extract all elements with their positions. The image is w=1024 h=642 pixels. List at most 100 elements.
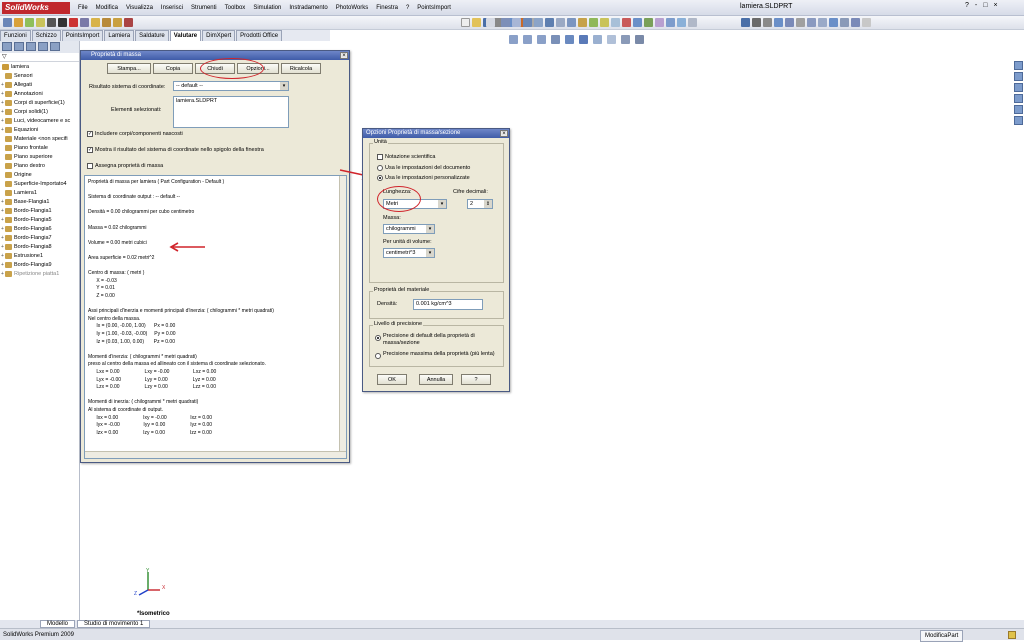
shell-icon[interactable] [644,18,653,27]
zoom-area-icon[interactable] [523,35,532,44]
symmetry-icon[interactable] [113,18,122,27]
sketch-tool-icon[interactable] [486,18,495,27]
use-document-radio[interactable] [377,165,383,171]
dimxpert-manager-tab-icon[interactable] [38,42,48,51]
tree-item[interactable]: Sensori [0,71,79,80]
tree-item[interactable]: + Ripetizione piatta1 [0,269,79,278]
density-input[interactable]: 0.001 kg/cm^3 [413,299,483,310]
view-palette-icon[interactable] [1013,94,1023,103]
tree-item[interactable]: Piano superiore [0,152,79,161]
solidworks-logo[interactable]: SolidWorks [2,2,70,14]
menu-pointsimport[interactable]: PointsImport [413,3,455,13]
tree-item[interactable]: + Bordo-Flangia8 [0,242,79,251]
menu-instradamento[interactable]: Instradamento [285,3,331,13]
show-coord-checkbox[interactable]: ✓ [87,147,93,153]
pattern-icon[interactable] [655,18,664,27]
options-dialog-close-icon[interactable]: × [500,130,508,137]
apply-scene-icon[interactable] [621,35,630,44]
file-explorer-icon[interactable] [1013,83,1023,92]
hide-show-icon[interactable] [593,35,602,44]
section-view-icon[interactable] [545,18,554,27]
fillet-icon[interactable] [622,18,631,27]
view-orient-icon[interactable] [501,18,510,27]
measure-icon[interactable] [25,18,34,27]
volume-select[interactable]: centimetri^3 ▾ [383,248,435,258]
use-custom-radio[interactable] [377,175,383,181]
smart-dimension-icon[interactable] [752,18,761,27]
tree-item[interactable]: Superficie-Importato4 [0,179,79,188]
tree-item[interactable]: Piano frontale [0,143,79,152]
vertical-scrollbar[interactable] [339,176,346,458]
convert-icon[interactable] [840,18,849,27]
tree-item[interactable]: + Bordo-Flangia6 [0,224,79,233]
tab-lamiera[interactable]: Lamiera [104,30,135,41]
extrude-icon[interactable] [589,18,598,27]
trim-icon[interactable] [818,18,827,27]
new-icon[interactable] [461,18,470,27]
precision-max-radio[interactable] [375,353,381,359]
offset-icon[interactable] [829,18,838,27]
shaded-icon[interactable] [534,18,543,27]
help-icon[interactable]: ? [965,2,969,9]
menu-finestra[interactable]: Finestra [372,3,402,13]
curvature-icon[interactable] [58,18,67,27]
tree-item[interactable]: Lamiera1 [0,188,79,197]
tree-root[interactable]: lamiera [0,62,79,71]
tab-valutare[interactable]: Valutare [169,30,202,41]
menu-file[interactable]: File [74,3,92,13]
tab-prodotti-office[interactable]: Prodotti Office [236,30,283,41]
tree-item[interactable]: + Bordo-Flangia5 [0,215,79,224]
section-icon[interactable] [14,18,23,27]
select-icon[interactable] [741,18,750,27]
property-manager-tab-icon[interactable] [14,42,24,51]
tree-item[interactable]: + Equazioni [0,125,79,134]
mass-select[interactable]: chilogrammi ▾ [383,224,435,234]
status-help-icon[interactable] [1008,631,1016,639]
section-view-icon[interactable] [551,35,560,44]
horizontal-scrollbar[interactable] [85,451,346,458]
tab-pointsimport[interactable]: PointsImport [61,30,104,41]
sweep-icon[interactable] [611,18,620,27]
minimize-icon[interactable]: - [975,2,977,9]
scientific-notation-checkbox[interactable] [377,154,383,160]
tree-item[interactable]: + Corpi solidi(1) [0,107,79,116]
tree-item[interactable]: + Bordo-Flangia7 [0,233,79,242]
design-library-icon[interactable] [1013,72,1023,81]
precision-default-radio[interactable] [375,335,381,341]
tree-item[interactable]: + Estrusione1 [0,251,79,260]
circle-icon[interactable] [785,18,794,27]
tree-item[interactable]: + Bordo-Flangia1 [0,206,79,215]
include-hidden-checkbox[interactable]: ✓ [87,131,93,137]
tab-motion-study[interactable]: Studio di movimento 1 [77,620,151,628]
compare-icon[interactable] [124,18,133,27]
cancel-button[interactable]: Annulla [419,374,453,385]
tab-saldature[interactable]: Saldature [135,30,169,41]
relations-icon[interactable] [851,18,860,27]
assign-mass-checkbox[interactable] [87,163,93,169]
appearances-icon[interactable] [1013,105,1023,114]
help-button[interactable]: ? [461,374,491,385]
custom-properties-icon[interactable] [1013,116,1023,125]
tab-schizzo[interactable]: Schizzo [31,30,61,41]
arc-icon[interactable] [796,18,805,27]
zoom-fit-icon[interactable] [567,18,576,27]
decimals-spinner[interactable]: 2 ⇕ [467,199,493,209]
rectangle-icon[interactable] [774,18,783,27]
tree-item[interactable]: + Corpi di superficie(1) [0,98,79,107]
menu-simulation[interactable]: Simulation [249,3,285,13]
perspective-icon[interactable] [556,18,565,27]
statistics-icon[interactable] [102,18,111,27]
tree-item[interactable]: + Luci, videocamere e sc [0,116,79,125]
spline-icon[interactable] [807,18,816,27]
resources-icon[interactable] [1013,61,1023,70]
axis-icon[interactable] [688,18,697,27]
tree-item[interactable]: + Allegati [0,80,79,89]
tree-item[interactable]: Piano destro [0,161,79,170]
configuration-manager-tab-icon[interactable] [26,42,36,51]
view-settings-icon[interactable] [635,35,644,44]
copy-button[interactable]: Copia [153,63,193,74]
ok-button[interactable]: OK [377,374,407,385]
coord-system-select[interactable]: -- default -- ▾ [173,81,289,91]
menu-help[interactable]: ? [402,3,413,13]
plane-icon[interactable] [677,18,686,27]
